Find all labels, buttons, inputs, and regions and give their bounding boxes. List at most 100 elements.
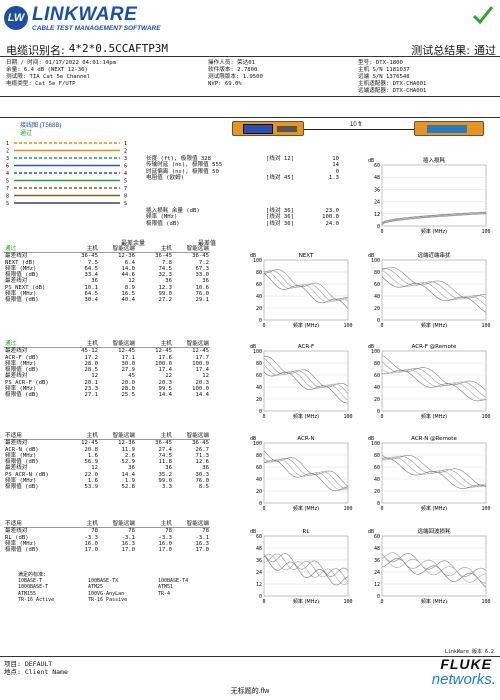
info-line: 余量: 6.4 dB (NEXT 12-36) bbox=[6, 67, 88, 73]
table-cell: 36-45 bbox=[155, 440, 172, 447]
y-tick-label: 24 bbox=[256, 570, 262, 576]
wiremap-pin-right: 5 bbox=[124, 179, 127, 185]
info-line: 远端适配器: DTX-CHA001 bbox=[358, 88, 427, 94]
wiremap-pin-right: 2 bbox=[124, 149, 127, 155]
header-info-right: 型号: DTX-1800 主机 S/N 1181037 远端 S/N 13765… bbox=[358, 60, 426, 95]
y-tick-label: 80 bbox=[256, 453, 262, 459]
info-line: 操作人员: 荣达01 bbox=[208, 60, 256, 66]
rl-remote-chart: dB 远端回波损耗 60 48 36 24 12 0 0 100 频率 (MHz) bbox=[366, 526, 494, 610]
chart-frame bbox=[263, 535, 349, 597]
table-row: 极限值 (dB) 30.4 40.4 27.2 29.1 bbox=[4, 297, 210, 303]
table-row: 极限值 (dB) 53.9 52.8 3.3 8.5 bbox=[4, 484, 210, 490]
table-cell: 36-45 bbox=[192, 253, 209, 260]
table-row: 不适用 主机 智能远端 主机 智能远端 bbox=[4, 433, 210, 441]
next-chart: dB NEXT 100 80 60 40 20 0 0 100 频率 (MHz) bbox=[248, 250, 356, 334]
y-tick-label: 20 bbox=[256, 397, 262, 403]
y-tick-label: 48 bbox=[256, 546, 262, 552]
table-header-cell: 智能远端 bbox=[173, 521, 210, 529]
table-header-cell: 智能远端 bbox=[99, 246, 136, 254]
table-cell: 17.0 bbox=[195, 547, 209, 554]
y-tick-label: 60 bbox=[256, 465, 262, 471]
info-line: 主机 S/N 1181037 bbox=[358, 67, 410, 73]
table-cell: 27.1 bbox=[84, 392, 98, 399]
y-tick-label: 100 bbox=[371, 349, 380, 355]
chart-trace bbox=[381, 456, 487, 489]
y-tick-label: 20 bbox=[256, 489, 262, 495]
table-cell: 53.9 bbox=[84, 484, 98, 491]
measurement-table: 不适用 主机 智能远端 主机 智能远端 最差线对 78 78 78 78 RL (dB) -3.3 -3… bbox=[4, 521, 210, 553]
wiremap-pin-left: 3 bbox=[6, 156, 9, 162]
y-tick-label: 60 bbox=[256, 282, 262, 288]
table-cell: 78 bbox=[165, 528, 172, 535]
x-tick-label: 100 bbox=[343, 414, 352, 420]
table-row: 通过 主机 智能远端 主机 智能远端 bbox=[4, 246, 210, 254]
info-line: 远端 S/N 1376548 bbox=[358, 74, 410, 80]
table-header-cell: 智能远端 bbox=[99, 433, 136, 441]
table-cell: 12-45 bbox=[81, 440, 98, 447]
x-axis-label: 频率 (MHz) bbox=[293, 505, 319, 512]
y-tick-label: 36 bbox=[256, 558, 262, 564]
y-tick-label: 100 bbox=[253, 258, 262, 264]
chart-trace bbox=[263, 553, 349, 586]
wiremap-pin-right: 4 bbox=[124, 171, 127, 177]
wiremap-diagram: 1 12 23 36 64 45 57 78 8S S bbox=[6, 141, 127, 207]
info-line: 软件版本: 2.7800 bbox=[208, 67, 258, 73]
table-group-header: 最差余量 bbox=[120, 240, 145, 247]
x-axis-label: 频率 (MHz) bbox=[421, 505, 447, 512]
y-tick-label: 80 bbox=[374, 270, 380, 276]
wiremap-pin-right: 3 bbox=[124, 156, 127, 162]
y-tick-label: 36 bbox=[374, 558, 380, 564]
y-tick-label: 40 bbox=[256, 477, 262, 483]
y-tick-label: 100 bbox=[253, 441, 262, 447]
y-tick-label: 24 bbox=[374, 200, 380, 206]
table-section-4: 不适用 主机 智能远端 主机 智能远端 最差线对 78 78 78 78 RL (dB) -3.3 -3… bbox=[4, 521, 244, 553]
table-cell: 12-36 bbox=[118, 253, 135, 260]
x-tick-label: 100 bbox=[481, 323, 490, 329]
table-cell: 30.4 bbox=[84, 297, 98, 304]
chart-title: ACR-F @Remote bbox=[412, 344, 457, 350]
x-axis-label: 频率 (MHz) bbox=[421, 228, 447, 235]
il-summary-panel: 插入损耗 余量 (dB) [线对 36] 23.0 频率 (MHz) [线对 36] 10… bbox=[145, 208, 350, 227]
y-tick-label: 80 bbox=[374, 361, 380, 367]
acrn-chart: dB ACR-N 100 80 60 40 20 0 0 100 频率 (MHz) bbox=[248, 433, 356, 517]
table-header-cell: 主机 bbox=[136, 433, 173, 441]
x-tick-label: 0 bbox=[262, 599, 265, 605]
summary-cell: 电阻值 (欧姆) bbox=[146, 174, 185, 181]
y-tick-label: 80 bbox=[256, 361, 262, 367]
linkware-logo: LW LINKWARE CABLE TEST MANAGEMENT SOFTWA… bbox=[4, 4, 164, 38]
il-chart: dB 插入损耗 60 48 36 24 12 0 0 100 频率 (MHz) bbox=[366, 155, 494, 240]
y-tick-label: 60 bbox=[374, 534, 380, 540]
y-tick-label: 12 bbox=[256, 582, 262, 588]
y-tick-label: 80 bbox=[374, 453, 380, 459]
y-tick-label: 20 bbox=[374, 306, 380, 312]
y-tick-label: 60 bbox=[374, 373, 380, 379]
chart-title: ACR-F bbox=[298, 344, 314, 350]
table-cell: 12-45 bbox=[118, 348, 135, 355]
acrf-remote-chart: dB ACR-F @Remote 100 80 60 40 20 0 0 100 频率 (MHz) bbox=[366, 341, 494, 425]
y-tick-label: 100 bbox=[253, 349, 262, 355]
y-tick-label: 12 bbox=[374, 582, 380, 588]
chart-trace bbox=[381, 355, 487, 391]
software-version: LinkWare 版本 6.2 bbox=[444, 649, 494, 655]
wiremap-pin-right: 6 bbox=[124, 164, 127, 170]
y-tick-label: 60 bbox=[256, 373, 262, 379]
chart-frame bbox=[263, 350, 349, 412]
table-header-cell: 主机 bbox=[136, 341, 173, 349]
y-tick-label: 40 bbox=[374, 294, 380, 300]
main-unit-icon bbox=[232, 121, 304, 136]
table-cell: 29.1 bbox=[195, 297, 209, 304]
x-tick-label: 0 bbox=[262, 323, 265, 329]
table-header-cell: 不适用 bbox=[4, 433, 62, 441]
table-section-3: 不适用 主机 智能远端 主机 智能远端 最差线对 12-45 12-36 36-45 36-45 A… bbox=[4, 433, 244, 491]
y-tick-label: 60 bbox=[374, 282, 380, 288]
y-tick-label: 48 bbox=[374, 175, 380, 181]
table-header-cell: 主机 bbox=[136, 521, 173, 529]
x-axis-label: 频率 (MHz) bbox=[421, 322, 447, 329]
wiremap-pin-left: 4 bbox=[6, 171, 9, 177]
table-header-cell: 主机 bbox=[62, 246, 99, 254]
footer-site: 地点: Client Name bbox=[4, 668, 68, 676]
file-name: 无标题的.flw bbox=[230, 688, 270, 695]
x-tick-label: 0 bbox=[380, 506, 383, 512]
table-header-cell: 智能远端 bbox=[173, 246, 210, 254]
y-tick-label: 20 bbox=[374, 397, 380, 403]
